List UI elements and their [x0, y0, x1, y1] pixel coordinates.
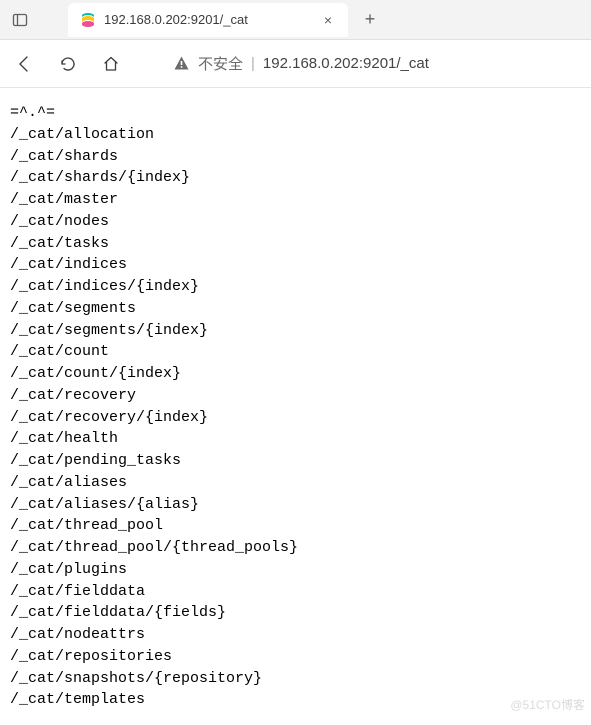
content-line: /_cat/plugins [10, 559, 581, 581]
content-line: /_cat/shards/{index} [10, 167, 581, 189]
url-separator: | [251, 55, 255, 72]
content-line: /_cat/thread_pool/{thread_pools} [10, 537, 581, 559]
elasticsearch-favicon-icon [80, 12, 96, 28]
content-line: /_cat/nodes [10, 211, 581, 233]
content-line: /_cat/templates [10, 689, 581, 711]
url-text: 192.168.0.202:9201/_cat [263, 55, 429, 72]
home-button[interactable] [94, 47, 128, 81]
content-line: /_cat/shards [10, 146, 581, 168]
content-line: /_cat/allocation [10, 124, 581, 146]
content-line: /_cat/snapshots/{repository} [10, 668, 581, 690]
content-line: /_cat/pending_tasks [10, 450, 581, 472]
content-line: /_cat/master [10, 189, 581, 211]
refresh-button[interactable] [51, 47, 85, 81]
navigation-bar: 不安全 | 192.168.0.202:9201/_cat [0, 40, 591, 88]
content-line: /_cat/aliases [10, 472, 581, 494]
content-line: /_cat/segments/{index} [10, 320, 581, 342]
content-line: /_cat/count [10, 341, 581, 363]
security-label: 不安全 [198, 53, 243, 74]
content-line: /_cat/tasks [10, 233, 581, 255]
browser-tab[interactable]: 192.168.0.202:9201/_cat × [68, 3, 348, 37]
content-line: /_cat/fielddata/{fields} [10, 602, 581, 624]
close-tab-button[interactable]: × [320, 12, 336, 28]
content-line: /_cat/segments [10, 298, 581, 320]
content-line: /_cat/recovery/{index} [10, 407, 581, 429]
content-line: /_cat/indices [10, 254, 581, 276]
content-line: /_cat/health [10, 428, 581, 450]
tab-actions-icon[interactable] [6, 6, 34, 34]
tab-bar: 192.168.0.202:9201/_cat × + [0, 0, 591, 40]
page-content: =^.^=/_cat/allocation/_cat/shards/_cat/s… [0, 88, 591, 725]
back-button[interactable] [8, 47, 42, 81]
content-line: /_cat/count/{index} [10, 363, 581, 385]
content-line: /_cat/nodeattrs [10, 624, 581, 646]
content-line: =^.^= [10, 102, 581, 124]
not-secure-icon [173, 55, 190, 72]
content-line: /_cat/thread_pool [10, 515, 581, 537]
address-bar[interactable]: 不安全 | 192.168.0.202:9201/_cat [161, 47, 583, 81]
content-line: /_cat/fielddata [10, 581, 581, 603]
content-line: /_cat/indices/{index} [10, 276, 581, 298]
content-line: /_cat/aliases/{alias} [10, 494, 581, 516]
content-line: /_cat/repositories [10, 646, 581, 668]
tab-title: 192.168.0.202:9201/_cat [104, 12, 312, 27]
new-tab-button[interactable]: + [356, 6, 384, 34]
watermark: @51CTO博客 [510, 696, 585, 713]
content-line: /_cat/recovery [10, 385, 581, 407]
